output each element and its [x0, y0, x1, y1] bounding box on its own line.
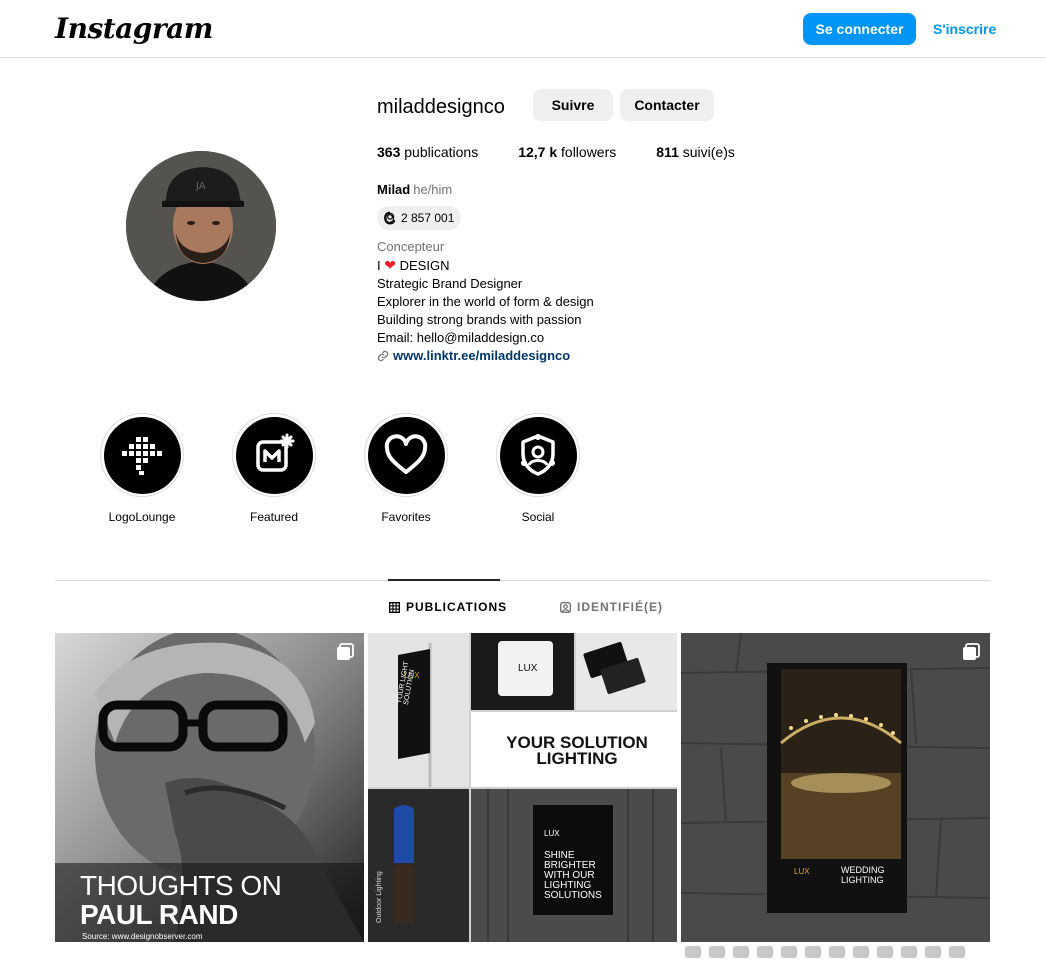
highlight-ring	[100, 413, 184, 497]
profile-full-name: Milad he/him	[377, 182, 452, 197]
posts-count-label: publications	[404, 144, 479, 160]
post-caption: THOUGHTS ON PAUL RAND	[80, 870, 282, 930]
featured-icon	[256, 433, 295, 472]
post-title: WEDDING LIGHTING	[841, 865, 885, 885]
logo-thumb	[925, 946, 941, 958]
carousel-icon	[963, 643, 980, 660]
carousel-icon	[337, 643, 354, 660]
threads-icon	[384, 211, 396, 225]
bio-line1-prefix: I	[377, 258, 381, 273]
svg-text:JA: JA	[195, 181, 206, 192]
post-vertical-text: Outdoor Lighting	[376, 871, 383, 923]
tab-publications[interactable]: PUBLICATIONS	[389, 600, 507, 614]
following-count-value: 811	[656, 144, 679, 160]
post-poster-text: SHINE BRIGHTER WITH OUR LIGHTING SOLUTIO…	[544, 850, 602, 901]
post-thumbnail[interactable]: THOUGHTS ON PAUL RAND Source: www.design…	[55, 633, 364, 942]
profile-username: miladdesignco	[377, 96, 505, 118]
following-count[interactable]: 811 suivi(e)s	[656, 144, 735, 160]
highlight-cover	[499, 416, 577, 494]
profile-bio: Concepteur I ❤ DESIGN Strategic Brand De…	[377, 238, 594, 365]
link-icon	[377, 350, 389, 362]
logo-thumb	[733, 946, 749, 958]
highlight-ring	[232, 413, 316, 497]
bio-email: Email: hello@miladdesign.co	[377, 330, 545, 345]
active-tab-indicator	[388, 579, 500, 581]
highlight-label: Favorites	[381, 510, 431, 524]
tab-publications-label: PUBLICATIONS	[406, 600, 508, 614]
posts-count-value: 363	[377, 144, 401, 160]
post-thumbnail[interactable]: LUX WEDDING LIGHTING	[681, 633, 990, 942]
followers-count-label: followers	[561, 144, 617, 160]
post-thumbnail[interactable]: LUX LUX YOUR LIGHT SOLUTION YOUR SOLUTIO…	[368, 633, 677, 942]
post-title-line1: THOUGHTS ON	[80, 870, 282, 901]
social-icon	[521, 434, 555, 476]
highlight-cover	[367, 416, 445, 494]
logo-thumb	[685, 946, 701, 958]
heart-emoji-icon: ❤	[384, 257, 396, 273]
bio-line: Strategic Brand Designer	[377, 276, 523, 291]
signup-link[interactable]: S'inscrire	[933, 21, 996, 37]
threads-count: 2 857 001	[401, 211, 455, 225]
instagram-logo[interactable]: Instagram	[55, 12, 213, 45]
follow-button[interactable]: Suivre	[533, 89, 613, 121]
highlight-label: LogoLounge	[108, 510, 176, 524]
logo-thumb	[757, 946, 773, 958]
highlight-logolounge[interactable]: LogoLounge	[100, 413, 184, 524]
top-navigation-bar: Instagram Se connecter S'inscrire	[0, 0, 1046, 58]
next-post-row-preview[interactable]	[681, 946, 990, 962]
post-title-line2: PAUL RAND	[80, 899, 238, 930]
followers-count-value: 12,7 k	[518, 144, 558, 160]
logo-thumb	[853, 946, 869, 958]
tagged-user-icon	[560, 601, 571, 613]
logo-thumb	[709, 946, 725, 958]
grid-icon	[389, 601, 400, 613]
bio-line1-suffix: DESIGN	[399, 258, 450, 273]
login-button[interactable]: Se connecter	[803, 13, 916, 45]
logo-thumb	[805, 946, 821, 958]
followers-count[interactable]: 12,7 k followers	[518, 144, 616, 160]
highlight-ring	[496, 413, 580, 497]
post-source: Source: www.designobserver.com	[82, 932, 203, 941]
heart-icon	[384, 434, 428, 474]
post-brand: LUX	[794, 867, 810, 876]
tabs-divider	[55, 580, 990, 581]
highlight-cover	[103, 416, 181, 494]
logo-thumb	[829, 946, 845, 958]
post-headline-line2: LIGHTING	[536, 749, 618, 768]
logolounge-icon	[122, 437, 162, 475]
post-poster-brand: LUX	[544, 829, 560, 838]
highlight-ring	[364, 413, 448, 497]
tab-tagged-label: IDENTIFIÉ(E)	[577, 600, 663, 614]
bio-link-text: www.linktr.ee/miladdesignco	[393, 348, 571, 363]
profile-stats: 363 publications 12,7 k followers 811 su…	[377, 144, 735, 160]
highlight-favorites[interactable]: Favorites	[364, 413, 448, 524]
logo-thumb	[877, 946, 893, 958]
post-brand-sign: LUX	[518, 663, 538, 674]
profile-pronouns: he/him	[413, 182, 453, 197]
highlight-featured[interactable]: Featured	[232, 413, 316, 524]
following-count-label: suivi(e)s	[682, 144, 735, 160]
logo-thumb	[901, 946, 917, 958]
highlight-label: Social	[521, 510, 555, 524]
highlight-social[interactable]: Social	[496, 413, 580, 524]
bio-line: Explorer in the world of form & design	[377, 294, 594, 309]
bio-line-love-design: I ❤ DESIGN	[377, 256, 594, 275]
threads-badge[interactable]: 2 857 001	[377, 206, 461, 230]
highlight-cover	[235, 416, 313, 494]
highlight-label: Featured	[249, 510, 299, 524]
logo-thumb	[949, 946, 965, 958]
posts-count: 363 publications	[377, 144, 478, 160]
contact-button[interactable]: Contacter	[620, 89, 714, 121]
bio-external-link[interactable]: www.linktr.ee/miladdesignco	[377, 347, 594, 365]
profile-name: Milad	[377, 182, 411, 197]
profile-avatar[interactable]: JA	[126, 151, 276, 301]
bio-line: Building strong brands with passion	[377, 312, 582, 327]
profile-category: Concepteur	[377, 239, 445, 254]
tab-tagged[interactable]: IDENTIFIÉ(E)	[560, 600, 663, 614]
logo-thumb	[781, 946, 797, 958]
post-headline: YOUR SOLUTION LIGHTING	[504, 734, 650, 768]
